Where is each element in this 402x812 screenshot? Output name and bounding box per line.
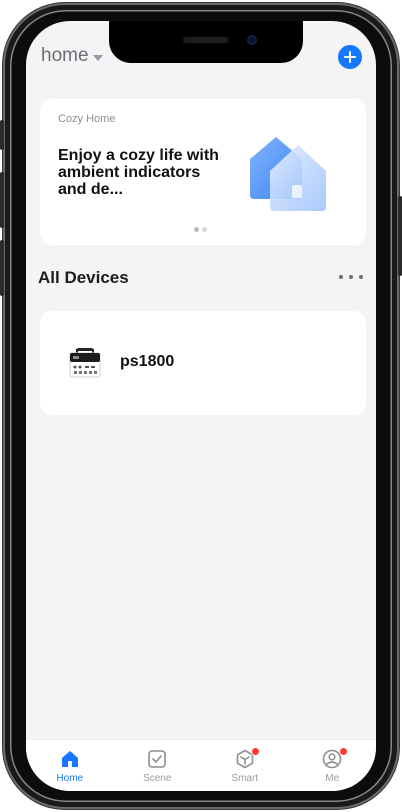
banner-subtitle: Cozy Home bbox=[58, 113, 116, 125]
tab-label: Scene bbox=[143, 773, 172, 784]
screenshot: home Cozy Home Enjoy a cozy life with am… bbox=[0, 0, 402, 812]
app-screen: home Cozy Home Enjoy a cozy life with am… bbox=[26, 21, 376, 791]
tab-bar: Home Scene Smart Me bbox=[26, 739, 376, 791]
power-station-icon bbox=[69, 348, 101, 378]
banner-pagination bbox=[194, 227, 207, 232]
pagination-dot bbox=[202, 227, 207, 232]
earpiece-speaker bbox=[183, 37, 229, 43]
tab-smart[interactable]: Smart bbox=[201, 740, 289, 791]
caret-down-icon bbox=[92, 54, 103, 61]
volume-down-button bbox=[0, 240, 4, 296]
house-icon bbox=[61, 751, 78, 767]
promo-banner[interactable]: Cozy Home Enjoy a cozy life with ambient… bbox=[40, 99, 366, 245]
more-horizontal-icon[interactable] bbox=[339, 267, 363, 287]
tab-label: Home bbox=[56, 773, 84, 784]
tab-scene[interactable]: Scene bbox=[114, 740, 202, 791]
plus-circle-icon[interactable] bbox=[338, 45, 362, 69]
home-selector[interactable]: home bbox=[41, 45, 103, 67]
notch bbox=[109, 21, 303, 63]
banner-title: Enjoy a cozy life with ambient indicator… bbox=[58, 147, 219, 198]
section-title: All Devices bbox=[38, 268, 129, 287]
tab-home[interactable]: Home bbox=[26, 740, 114, 791]
tab-label: Smart bbox=[231, 773, 259, 784]
tab-label: Me bbox=[325, 773, 340, 784]
mute-switch bbox=[0, 120, 4, 150]
power-button bbox=[398, 196, 402, 276]
house-illustration-icon bbox=[250, 137, 326, 211]
pagination-dot-active bbox=[194, 227, 199, 232]
notification-badge bbox=[338, 747, 348, 756]
checkbox-icon bbox=[148, 750, 167, 768]
device-card[interactable]: ps1800 bbox=[40, 311, 366, 415]
notification-badge bbox=[251, 747, 260, 756]
volume-up-button bbox=[0, 172, 4, 228]
device-name: ps1800 bbox=[120, 353, 175, 370]
front-camera bbox=[247, 35, 257, 45]
tab-me[interactable]: Me bbox=[289, 740, 377, 791]
home-selector-label: home bbox=[41, 45, 89, 66]
